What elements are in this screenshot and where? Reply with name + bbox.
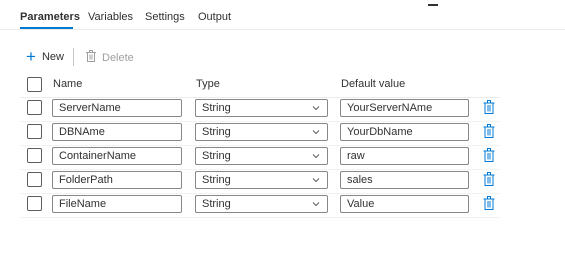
parameter-name-input[interactable] [52, 195, 182, 213]
chevron-down-icon [312, 178, 320, 183]
plus-icon: + [26, 47, 36, 66]
parameter-type-value: String [202, 198, 231, 210]
parameter-type-select[interactable]: String [195, 171, 328, 189]
parameter-default-input[interactable] [340, 99, 469, 117]
parameter-type-select[interactable]: String [195, 123, 328, 141]
delete-button-label: Delete [102, 51, 134, 64]
chevron-down-icon [312, 106, 320, 111]
parameter-default-input[interactable] [340, 195, 469, 213]
parameter-type-select[interactable]: String [195, 195, 328, 213]
minimize-icon[interactable] [428, 4, 438, 6]
parameter-name-input[interactable] [52, 147, 182, 165]
parameter-name-input[interactable] [52, 99, 182, 117]
active-tab-indicator [20, 27, 73, 29]
parameter-type-value: String [202, 174, 231, 186]
row-checkbox[interactable] [27, 196, 42, 211]
parameter-type-select[interactable]: String [195, 147, 328, 165]
parameter-type-value: String [202, 102, 231, 114]
tab-settings[interactable]: Settings [145, 11, 185, 23]
trash-icon[interactable] [483, 196, 495, 210]
row-checkbox[interactable] [27, 172, 42, 187]
tab-bar: Parameters Variables Settings Output [0, 0, 565, 30]
trash-icon[interactable] [483, 148, 495, 162]
chevron-down-icon [312, 202, 320, 207]
parameter-type-value: String [202, 150, 231, 162]
column-header-name: Name [53, 78, 83, 90]
row-checkbox[interactable] [27, 100, 42, 115]
toolbar-divider [73, 48, 74, 66]
chevron-down-icon [312, 130, 320, 135]
trash-icon [86, 50, 96, 65]
column-header-default-value: Default value [341, 78, 406, 90]
new-button-label: New [41, 51, 64, 63]
tab-parameters[interactable]: Parameters [20, 11, 80, 23]
tab-variables[interactable]: Variables [88, 11, 133, 23]
new-button[interactable]: + New [26, 47, 64, 66]
select-all-checkbox[interactable] [27, 77, 42, 92]
delete-button[interactable]: Delete [86, 50, 134, 65]
parameter-type-value: String [202, 126, 231, 138]
chevron-down-icon [312, 154, 320, 159]
row-checkbox[interactable] [27, 148, 42, 163]
parameter-default-input[interactable] [340, 171, 469, 189]
table-header [20, 74, 500, 98]
trash-icon[interactable] [483, 124, 495, 138]
row-checkbox[interactable] [27, 124, 42, 139]
parameter-default-input[interactable] [340, 147, 469, 165]
column-header-type: Type [196, 78, 220, 90]
parameter-default-input[interactable] [340, 123, 469, 141]
trash-icon[interactable] [483, 100, 495, 114]
parameter-type-select[interactable]: String [195, 99, 328, 117]
parameter-name-input[interactable] [52, 123, 182, 141]
tab-output[interactable]: Output [198, 11, 231, 23]
trash-icon[interactable] [483, 172, 495, 186]
parameter-name-input[interactable] [52, 171, 182, 189]
